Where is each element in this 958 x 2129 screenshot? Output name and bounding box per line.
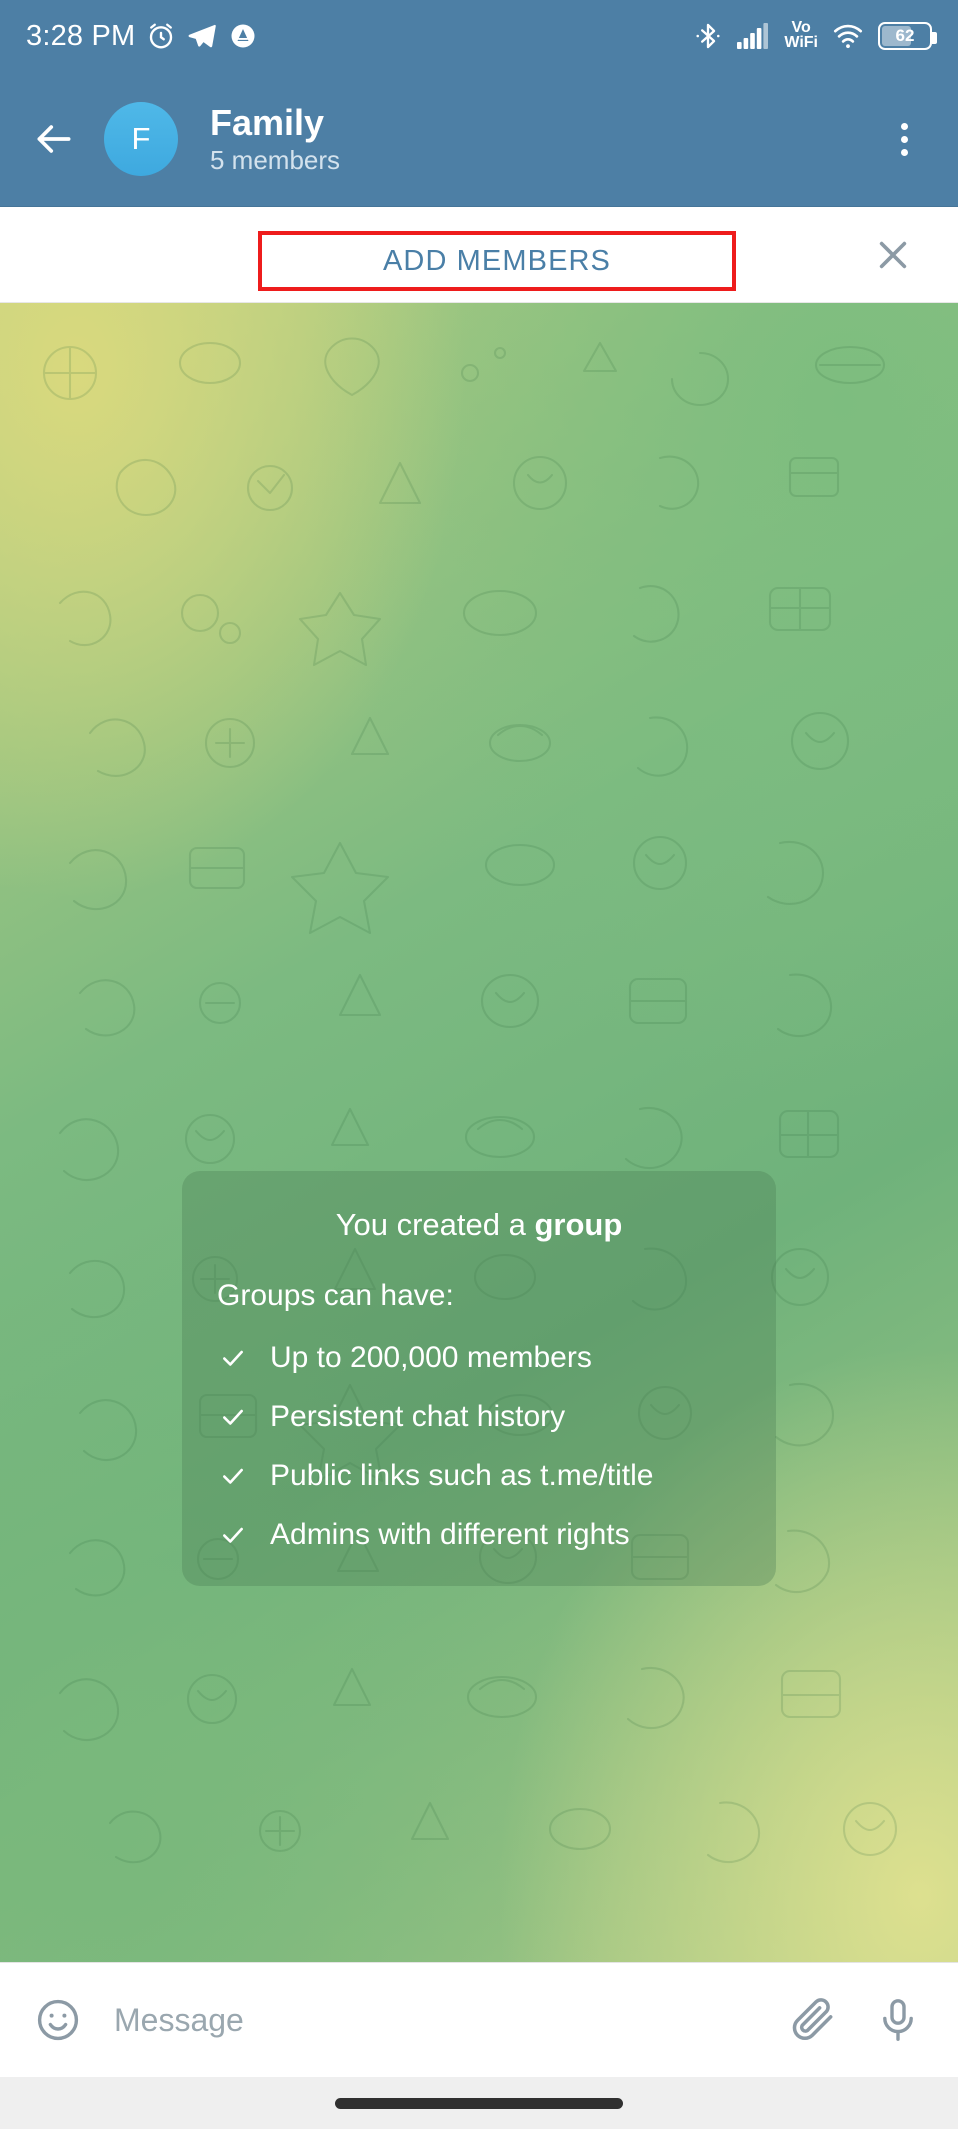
battery-icon: 62 xyxy=(878,22,937,50)
feature-label: Up to 200,000 members xyxy=(270,1341,592,1375)
add-members-label: ADD MEMBERS xyxy=(382,244,611,277)
service-title-bold: group xyxy=(534,1207,623,1242)
back-button[interactable] xyxy=(26,111,82,167)
home-indicator[interactable] xyxy=(335,2097,623,2109)
vowifi-label-bottom: WiFi xyxy=(784,34,818,51)
group-member-count: 5 members xyxy=(210,145,341,176)
chat-header: F Family 5 members xyxy=(0,72,958,207)
list-item: Persistent chat history xyxy=(214,1400,744,1434)
check-icon xyxy=(220,1463,246,1489)
telegram-icon xyxy=(187,21,217,51)
group-avatar[interactable]: F xyxy=(104,102,178,176)
add-members-button[interactable]: ADD MEMBERS xyxy=(258,231,736,291)
emoji-button[interactable] xyxy=(30,1992,86,2048)
vowifi-icon: Vo WiFi xyxy=(784,20,818,51)
status-bar-right: Vo WiFi 62 xyxy=(694,20,937,51)
list-item: Up to 200,000 members xyxy=(214,1341,744,1375)
list-item: Public links such as t.me/title xyxy=(214,1459,744,1493)
service-message-subtitle: Groups can have: xyxy=(217,1279,454,1313)
app-badge-icon xyxy=(228,21,258,51)
chat-title-block[interactable]: Family 5 members xyxy=(210,102,854,176)
add-members-bar: ADD MEMBERS xyxy=(0,207,958,303)
check-icon xyxy=(220,1522,246,1548)
avatar-initial: F xyxy=(131,121,151,156)
bluetooth-icon xyxy=(694,22,722,50)
system-navigation-bar xyxy=(0,2077,958,2129)
menu-dot-icon xyxy=(900,148,908,156)
battery-level-label: 62 xyxy=(895,26,915,45)
feature-label: Admins with different rights xyxy=(270,1518,630,1552)
dismiss-add-members-button[interactable] xyxy=(866,228,920,282)
status-bar-left: 3:28 PM xyxy=(26,20,258,53)
attach-button[interactable] xyxy=(784,1990,844,2050)
menu-dot-icon xyxy=(900,135,908,143)
status-bar: 3:28 PM Vo WiFi 62 xyxy=(0,0,958,72)
message-input-bar xyxy=(0,1962,958,2077)
menu-dot-icon xyxy=(900,122,908,130)
close-icon xyxy=(879,241,907,268)
service-message-card: You created a group Groups can have: Up … xyxy=(182,1171,776,1587)
check-icon xyxy=(220,1345,246,1371)
chat-background: You created a group Groups can have: Up … xyxy=(0,303,958,1962)
cellular-signal-icon xyxy=(736,22,770,50)
overflow-menu-button[interactable] xyxy=(876,104,932,174)
message-input[interactable] xyxy=(110,2001,760,2039)
chat-wallpaper-doodles xyxy=(42,337,898,1864)
group-title: Family xyxy=(210,101,325,143)
paperclip-icon xyxy=(792,1998,833,2041)
alarm-clock-icon xyxy=(146,21,176,51)
service-title-prefix: You created a xyxy=(335,1207,535,1242)
check-icon xyxy=(220,1404,246,1430)
smiley-icon xyxy=(37,1999,79,2041)
service-message-title: You created a group xyxy=(214,1205,744,1245)
feature-label: Public links such as t.me/title xyxy=(270,1459,654,1493)
microphone-icon xyxy=(883,1999,913,2041)
wifi-icon xyxy=(832,22,864,50)
feature-label: Persistent chat history xyxy=(270,1400,566,1434)
telegram-group-chat-screen: 3:28 PM Vo WiFi 62 F Family 5 members AD… xyxy=(0,0,958,2129)
voice-message-button[interactable] xyxy=(868,1990,928,2050)
list-item: Admins with different rights xyxy=(214,1518,744,1552)
group-feature-list: Up to 200,000 members Persistent chat hi… xyxy=(214,1341,744,1552)
status-time: 3:28 PM xyxy=(26,19,136,52)
back-arrow-icon xyxy=(37,125,71,153)
